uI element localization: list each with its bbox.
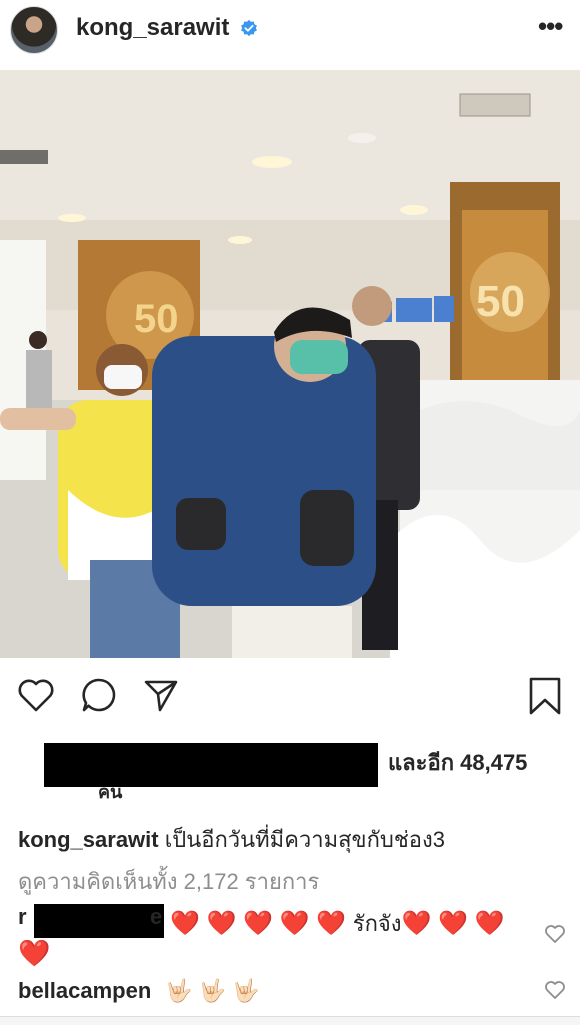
share-icon[interactable] (142, 676, 180, 714)
post-header: kong_sarawit ••• (0, 0, 580, 62)
comment-text: 🤟🏻 🤟🏻 🤟🏻 (165, 978, 260, 1003)
heart-icon[interactable] (16, 676, 56, 714)
bookmark-icon[interactable] (528, 676, 562, 716)
comment-text: ❤️ ❤️ ❤️ ❤️ ❤️ รักจัง❤️ ❤️ ❤️ (170, 906, 505, 941)
comment-hearts-wrap: ❤️ (18, 938, 51, 968)
verified-badge-icon (241, 19, 257, 37)
avatar[interactable] (10, 6, 58, 54)
redacted-liker-names (44, 743, 378, 787)
comment-hearts-before: ❤️ ❤️ ❤️ ❤️ ❤️ (170, 910, 353, 937)
photo-scene: 50 50 (0, 70, 580, 658)
caption-username[interactable]: kong_sarawit (18, 827, 159, 852)
comment-icon[interactable] (80, 676, 118, 714)
likes-count: และอีก 48,475 (388, 750, 528, 775)
view-all-comments-link[interactable]: ดูความคิดเห็นทั้ง 2,172 รายการ (18, 864, 319, 899)
caption-text: เป็นอีกวันที่มีความสุขกับช่อง3 (164, 827, 445, 852)
comment-item: r e ❤️ ❤️ ❤️ ❤️ ❤️ รักจัง❤️ ❤️ ❤️ ❤️ (18, 904, 548, 968)
comment-hearts-after: ❤️ ❤️ ❤️ (401, 910, 505, 937)
comment-like-icon[interactable] (544, 924, 566, 944)
post-caption: kong_sarawit เป็นอีกวันที่มีความสุขกับช่… (18, 822, 445, 857)
comment-username-prefix[interactable]: r (18, 904, 27, 929)
more-options-button[interactable]: ••• (538, 13, 563, 39)
comment-word: รักจัง (352, 911, 402, 936)
comment-username[interactable]: bellacampen (18, 978, 151, 1003)
post-photo[interactable]: 50 50 (0, 70, 580, 658)
redacted-username (34, 904, 164, 938)
comment-item: bellacampen 🤟🏻 🤟🏻 🤟🏻 (18, 978, 260, 1004)
pillar-logo-right: 50 (476, 277, 525, 326)
likes-summary[interactable]: และอีก 48,475 คน (18, 741, 578, 802)
pillar-logo-left: 50 (134, 297, 179, 341)
action-bar (0, 670, 580, 726)
post-username[interactable]: kong_sarawit (76, 14, 229, 42)
comment-like-icon[interactable] (544, 980, 566, 1000)
comment-username-suffix[interactable]: e (150, 904, 162, 930)
likes-tail: คน (98, 782, 123, 802)
